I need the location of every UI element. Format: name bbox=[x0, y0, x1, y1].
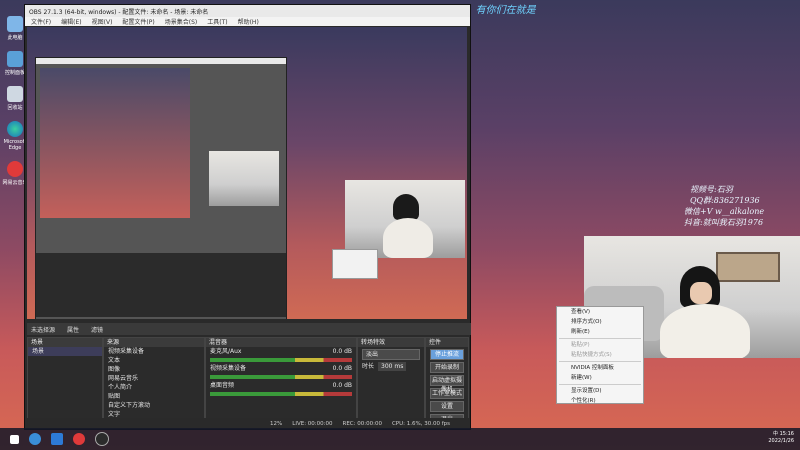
overlay-line: 抖音:就叫我石羽1976 bbox=[684, 218, 764, 227]
properties-button[interactable]: 属性 bbox=[67, 325, 79, 334]
track-db: 0.0 dB bbox=[332, 348, 352, 355]
sources-panel: 来源 视频采集设备 文本 图像 网易云音乐 个人简介 贴图 自定义下方滚动 文字 bbox=[103, 337, 205, 419]
control-panel-icon bbox=[7, 51, 23, 67]
transitions-title: 转场特效 bbox=[358, 338, 424, 347]
controls-title: 控件 bbox=[426, 338, 468, 347]
obs-icon[interactable] bbox=[95, 432, 109, 446]
volume-meter bbox=[210, 392, 352, 396]
ctx-paste-shortcut[interactable]: 粘贴快捷方式(S) bbox=[557, 350, 643, 360]
obs-title: OBS 27.1.3 (64-bit, windows) - 配置文件: 未命名… bbox=[29, 8, 209, 16]
mixer-track: 麦克风/Aux 0.0 dB bbox=[206, 347, 356, 362]
computer-icon bbox=[7, 16, 23, 32]
ctx-view[interactable]: 查看(V) bbox=[557, 307, 643, 317]
controls-panel: 控件 停止推流 开始录制 启动虚拟摄像机 工作室模式 设置 退出 bbox=[425, 337, 469, 425]
menu-help[interactable]: 帮助(H) bbox=[238, 17, 259, 26]
ctx-personalize[interactable]: 个性化(R) bbox=[557, 396, 643, 406]
sources-title: 来源 bbox=[104, 338, 204, 347]
preview-context-menu bbox=[332, 249, 378, 279]
rec-time: REC: 00:00:00 bbox=[342, 420, 382, 427]
wall-painting bbox=[716, 252, 780, 282]
duration-label: 时长 bbox=[362, 363, 375, 370]
filters-button[interactable]: 滤镜 bbox=[91, 325, 103, 334]
obs-titlebar[interactable]: OBS 27.1.3 (64-bit, windows) - 配置文件: 未命名… bbox=[25, 5, 470, 17]
ctx-nvidia[interactable]: NVIDIA 控制面板 bbox=[557, 363, 643, 373]
source-item[interactable]: 视频采集设备 bbox=[104, 347, 204, 356]
stop-streaming-button[interactable]: 停止推流 bbox=[430, 349, 464, 360]
transition-select[interactable]: 淡出 bbox=[362, 349, 420, 360]
start-recording-button[interactable]: 开始录制 bbox=[430, 362, 464, 373]
menu-tools[interactable]: 工具(T) bbox=[207, 17, 227, 26]
dropped-frames: 12% bbox=[270, 420, 283, 427]
menu-profile[interactable]: 配置文件(P) bbox=[122, 17, 154, 26]
lang-indicator[interactable]: 中 bbox=[773, 431, 778, 437]
scene-item[interactable]: 场景 bbox=[28, 347, 102, 356]
ctx-new[interactable]: 新建(W) bbox=[557, 373, 643, 383]
source-item[interactable]: 贴图 bbox=[104, 392, 204, 401]
track-name: 视频采集设备 bbox=[210, 365, 247, 372]
taskbar: 中 15:16 2022/1/26 bbox=[0, 428, 800, 450]
obs-menubar: 文件(F) 编辑(E) 视图(V) 配置文件(P) 场景集合(S) 工具(T) … bbox=[25, 17, 470, 26]
clock-date: 2022/1/26 bbox=[768, 438, 794, 444]
overlay-line: 视频号:石羽 bbox=[690, 185, 733, 194]
track-db: 0.0 dB bbox=[332, 365, 352, 372]
track-db: 0.0 dB bbox=[332, 382, 352, 389]
mixer-track: 视频采集设备 0.0 dB bbox=[206, 364, 356, 379]
settings-button[interactable]: 设置 bbox=[430, 401, 464, 412]
menu-edit[interactable]: 编辑(E) bbox=[61, 17, 81, 26]
system-tray[interactable]: 中 15:16 2022/1/26 bbox=[768, 431, 794, 445]
source-item[interactable]: 文本 bbox=[104, 356, 204, 365]
music-icon[interactable] bbox=[73, 433, 85, 445]
ctx-display-settings[interactable]: 显示设置(D) bbox=[557, 386, 643, 396]
mixer-panel: 混音器 麦克风/Aux 0.0 dB 视频采集设备 0.0 dB 桌面音频 0.… bbox=[205, 337, 357, 419]
track-name: 麦克风/Aux bbox=[210, 348, 242, 355]
duration-input[interactable]: 300 ms bbox=[378, 362, 407, 371]
source-item[interactable]: 个人简介 bbox=[104, 383, 204, 392]
source-item[interactable]: 自定义下方滚动 bbox=[104, 401, 204, 410]
preview-webcam bbox=[345, 180, 465, 258]
menu-file[interactable]: 文件(F) bbox=[31, 17, 51, 26]
menu-scene-collection[interactable]: 场景集合(S) bbox=[165, 17, 198, 26]
studio-mode-button[interactable]: 工作室模式 bbox=[430, 388, 464, 399]
obs-window[interactable]: OBS 27.1.3 (64-bit, windows) - 配置文件: 未命名… bbox=[24, 4, 471, 430]
person-body bbox=[660, 304, 750, 358]
nested-webcam bbox=[209, 151, 279, 206]
scenes-panel: 场景 场景 bbox=[27, 337, 103, 419]
menu-view[interactable]: 视图(V) bbox=[92, 17, 113, 26]
desktop-context-menu: 查看(V) 排序方式(O) 刷新(E) 粘贴(P) 粘贴快捷方式(S) NVID… bbox=[556, 306, 644, 404]
scenes-title: 场景 bbox=[28, 338, 102, 347]
obs-preview[interactable] bbox=[27, 27, 467, 319]
recycle-bin-icon bbox=[7, 86, 23, 102]
ctx-paste[interactable]: 粘贴(P) bbox=[557, 340, 643, 350]
live-time: LIVE: 00:00:00 bbox=[292, 420, 333, 427]
volume-meter bbox=[210, 375, 352, 379]
clock-time: 15:16 bbox=[779, 431, 794, 437]
edge-icon bbox=[7, 121, 23, 137]
volume-meter bbox=[210, 358, 352, 362]
source-item[interactable]: 图像 bbox=[104, 365, 204, 374]
transitions-panel: 转场特效 淡出 时长 300 ms bbox=[357, 337, 425, 419]
mixer-title: 混音器 bbox=[206, 338, 356, 347]
overlay-info: 视频号:石羽 QQ群:836271936 微信+V w__alkalone 抖音… bbox=[684, 184, 764, 228]
ctx-refresh[interactable]: 刷新(E) bbox=[557, 327, 643, 337]
cpu-fps: CPU: 1.6%, 30.00 fps bbox=[391, 420, 450, 427]
person-face bbox=[690, 282, 712, 304]
no-source-label: 未选择源 bbox=[31, 326, 56, 334]
overlay-line: QQ群:836271936 bbox=[690, 196, 760, 205]
virtual-camera-button[interactable]: 启动虚拟摄像机 bbox=[430, 375, 464, 393]
browser-icon[interactable] bbox=[29, 433, 41, 445]
source-toolbar: 未选择源 属性 滤镜 bbox=[27, 323, 471, 335]
file-explorer-icon[interactable] bbox=[51, 433, 63, 445]
overlay-line: 微信+V w__alkalone bbox=[684, 207, 765, 216]
start-windows-icon[interactable] bbox=[10, 434, 19, 444]
ctx-sort[interactable]: 排序方式(O) bbox=[557, 317, 643, 327]
source-item[interactable]: 网易云音乐 bbox=[104, 374, 204, 383]
netease-music-icon bbox=[7, 161, 23, 177]
mixer-track: 桌面音频 0.0 dB bbox=[206, 381, 356, 396]
track-name: 桌面音频 bbox=[210, 382, 235, 389]
